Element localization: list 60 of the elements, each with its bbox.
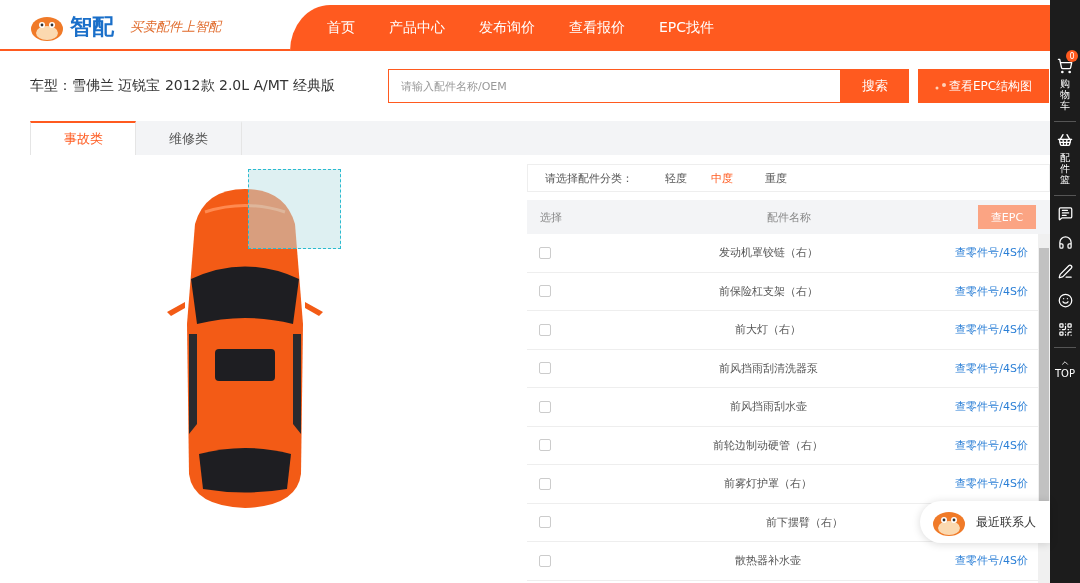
price-link[interactable]: 查零件号/4S价 (955, 322, 1028, 338)
search-field[interactable]: 请输入配件名称/OEM (388, 69, 841, 103)
part-name: 前轮边制动硬管（右） (713, 438, 824, 452)
checkbox[interactable] (539, 362, 551, 375)
checkbox[interactable] (539, 439, 551, 452)
dots-icon (934, 82, 947, 90)
column-header: 选择 (540, 209, 563, 225)
nav-link[interactable]: 首页 (310, 19, 372, 37)
filter-option[interactable]: 中度 (711, 170, 733, 186)
checkbox[interactable] (539, 246, 551, 259)
part-name: 前大灯（右） (735, 323, 802, 337)
filter-option[interactable]: 轻度 (665, 170, 687, 186)
price-link[interactable]: 查零件号/4S价 (955, 553, 1028, 569)
price-link[interactable]: 查零件号/4S价 (955, 437, 1028, 453)
vehicle-model: 车型：雪佛兰 迈锐宝 2012款 2.0L A/MT 经典版 (30, 77, 336, 95)
nav-link[interactable]: 查看报价 (552, 19, 642, 37)
price-link[interactable]: 查零件号/4S价 (955, 360, 1028, 376)
category-tab[interactable]: 事故类 (30, 121, 136, 155)
cart-label[interactable]: 购物车 (1060, 78, 1070, 111)
qr-code-icon[interactable] (1057, 322, 1073, 337)
checkbox[interactable] (539, 400, 551, 413)
price-link[interactable]: 查零件号/4S价 (955, 399, 1028, 415)
slogan: 买卖配件上智配 (130, 18, 221, 36)
message-icon[interactable] (1057, 206, 1073, 221)
checkbox[interactable] (539, 554, 551, 567)
search-button[interactable]: 搜索 (841, 69, 909, 103)
basket-label[interactable]: 配件篮 (1060, 152, 1070, 185)
basket-icon[interactable] (1057, 132, 1073, 148)
nav-link[interactable]: 发布询价 (462, 19, 552, 37)
chevron-up-icon[interactable] (1060, 358, 1070, 368)
part-name: 前风挡雨刮清洗器泵 (718, 361, 818, 375)
checkbox[interactable] (539, 285, 551, 298)
contact-label: 最近联系人 (976, 513, 1036, 531)
contact-widget[interactable]: 最近联系人 (920, 501, 1050, 543)
cart-count: 0 (1066, 50, 1078, 62)
headset-icon[interactable] (1057, 235, 1073, 250)
part-name: 散热器补水壶 (735, 554, 802, 568)
price-link[interactable]: 查零件号/4S价 (955, 283, 1028, 299)
smiley-icon[interactable] (1057, 293, 1073, 308)
back-to-top[interactable]: TOP (1055, 368, 1075, 379)
filter-option[interactable]: 重度 (765, 170, 787, 186)
checkbox[interactable] (539, 516, 551, 529)
nav-link[interactable]: EPC找件 (642, 19, 732, 37)
nav-link[interactable]: 产品中心 (372, 19, 462, 37)
part-name: 前下摆臂（右） (766, 515, 843, 529)
cart-icon[interactable] (1057, 58, 1073, 74)
checkbox[interactable] (539, 323, 551, 336)
part-name: 前保险杠支架（右） (718, 284, 818, 298)
selection-box[interactable] (248, 169, 341, 249)
part-name: 前风挡雨刮水壶 (729, 400, 807, 414)
epc-diagram-button[interactable]: 查看EPC结构图 (918, 69, 1049, 103)
column-header: 配件名称 (766, 209, 812, 225)
filter-label: 请选择配件分类： (545, 170, 633, 186)
price-link[interactable]: 查零件号/4S价 (955, 476, 1028, 492)
price-link[interactable]: 查零件号/4S价 (955, 245, 1028, 261)
checkbox[interactable] (539, 477, 551, 490)
part-name: 前雾灯护罩（右） (724, 477, 813, 491)
logo-text: 智配 (70, 13, 114, 41)
part-name: 发动机罩铰链（右） (718, 246, 818, 260)
pen-icon[interactable] (1057, 264, 1073, 279)
